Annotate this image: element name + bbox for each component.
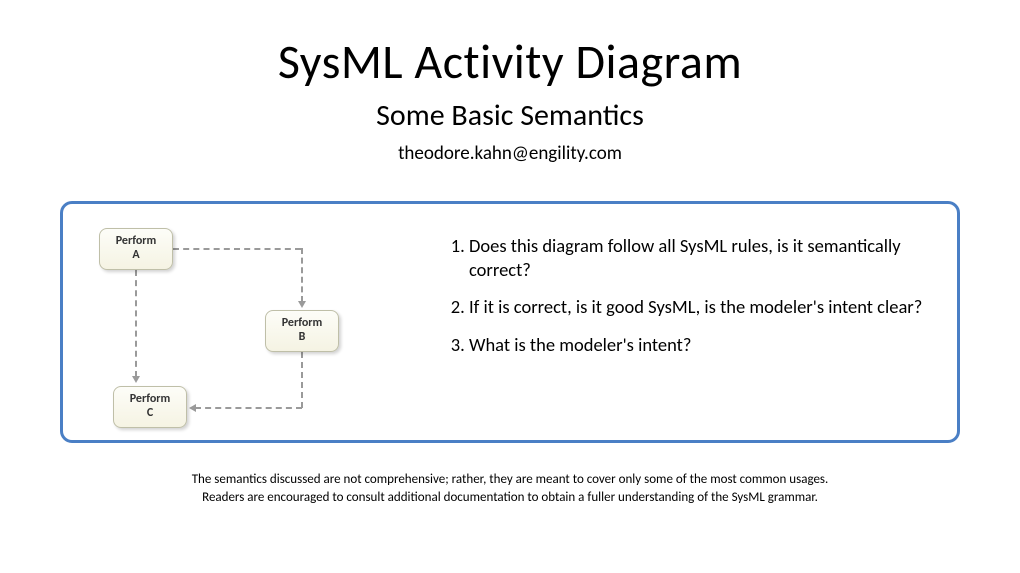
node-b-label: Perform B xyxy=(282,317,323,345)
arrow-into-c-right xyxy=(189,404,196,412)
slide-container: SysML Activity Diagram Some Basic Semant… xyxy=(0,0,1020,573)
author-email: theodore.kahn@engility.com xyxy=(60,142,960,165)
question-3: What is the modeler's intent? xyxy=(469,333,937,357)
question-1: Does this diagram follow all SysML rules… xyxy=(469,234,937,281)
activity-node-perform-a: Perform A xyxy=(99,228,173,270)
footnote-line1: The semantics discussed are not comprehe… xyxy=(192,472,829,487)
flow-a-to-c xyxy=(135,270,137,377)
arrow-into-b xyxy=(298,301,306,308)
questions-list: Does this diagram follow all SysML rules… xyxy=(443,222,937,422)
node-c-label: Perform C xyxy=(130,393,171,421)
arrow-into-c-top xyxy=(132,376,140,383)
slide-subtitle: Some Basic Semantics xyxy=(60,97,960,134)
footnote: The semantics discussed are not comprehe… xyxy=(60,471,960,506)
slide-title: SysML Activity Diagram xyxy=(60,32,960,91)
question-2: If it is correct, is it good SysML, is t… xyxy=(469,295,937,319)
activity-node-perform-c: Perform C xyxy=(113,386,187,428)
flow-b-to-c-h xyxy=(195,407,302,409)
footnote-line2: Readers are encouraged to consult additi… xyxy=(202,490,818,505)
flow-b-to-c-v xyxy=(301,352,303,408)
activity-diagram: Perform A Perform B Perform C xyxy=(77,222,417,422)
node-a-label: Perform A xyxy=(116,235,157,263)
activity-node-perform-b: Perform B xyxy=(265,310,339,352)
content-panel: Perform A Perform B Perform C Does this … xyxy=(60,201,960,443)
flow-a-to-b-v xyxy=(301,248,303,302)
flow-a-to-b-h xyxy=(173,248,301,250)
